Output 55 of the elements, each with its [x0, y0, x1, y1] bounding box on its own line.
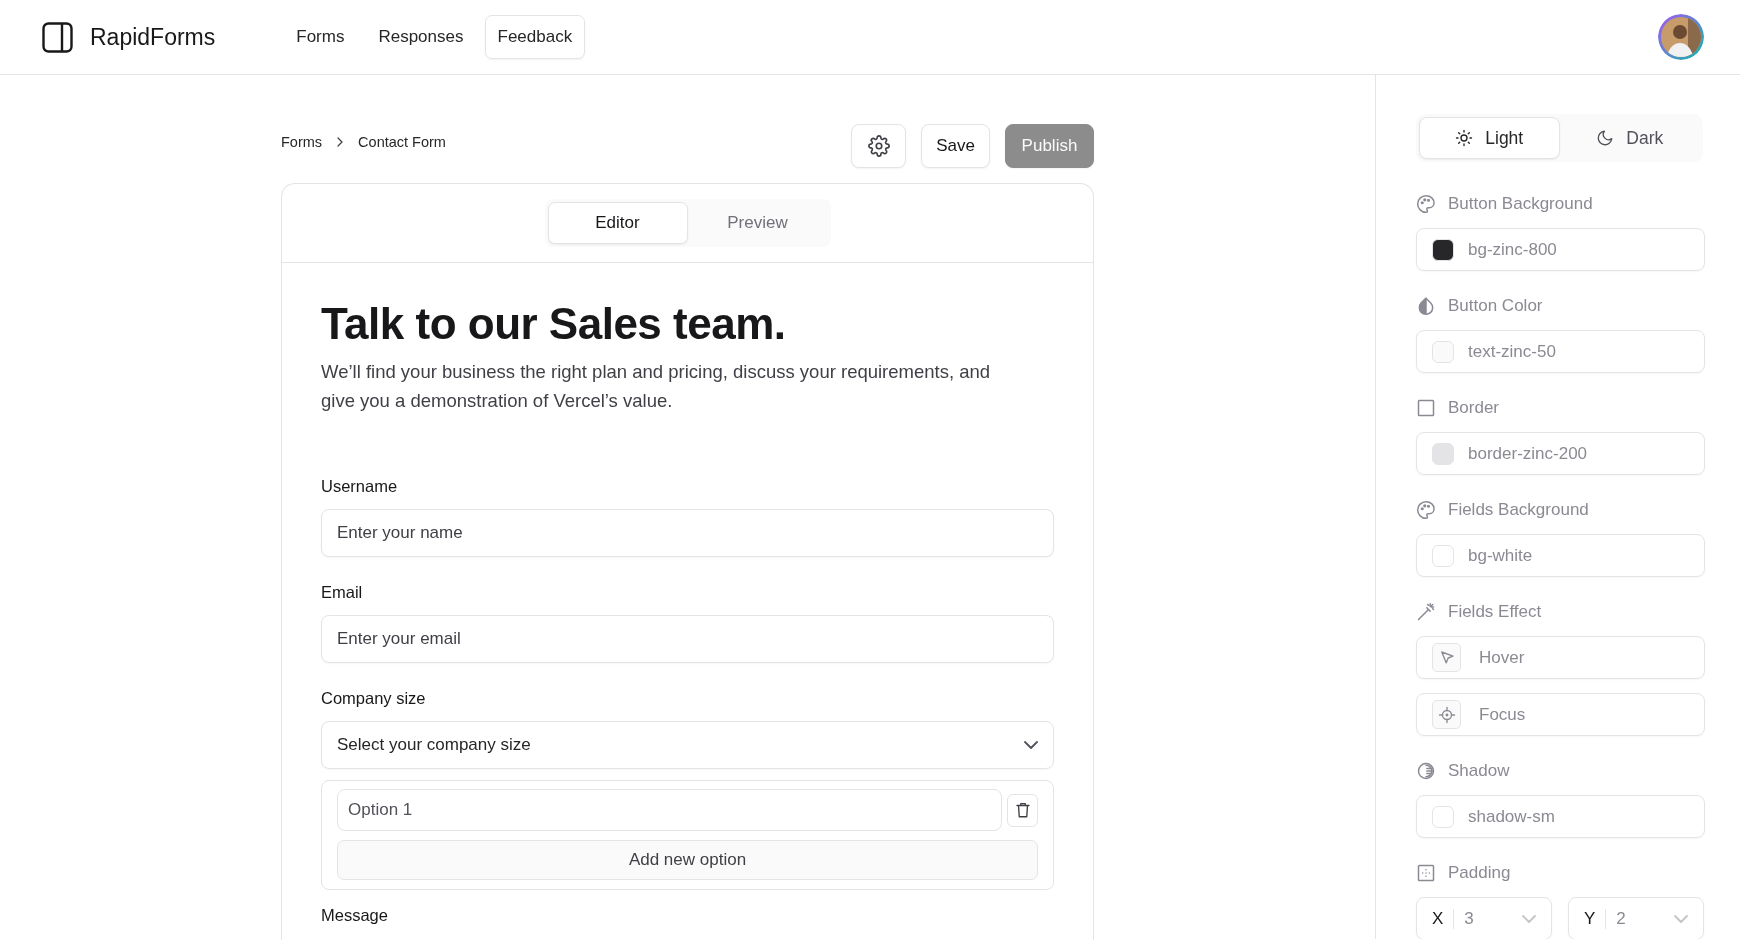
field-label: Company size — [321, 689, 427, 708]
class-field[interactable]: border-zinc-200 — [1416, 432, 1705, 475]
breadcrumb-current: Contact Form — [358, 134, 446, 150]
select-dropdown[interactable]: Select your company size — [321, 721, 1054, 769]
form-title: Talk to our Sales team. — [321, 299, 787, 349]
section-label: Fields Effect — [1448, 602, 1542, 622]
tab[interactable]: Preview — [687, 202, 828, 244]
effect-option[interactable]: Hover — [1416, 636, 1705, 679]
brand-name: RapidForms — [90, 23, 216, 51]
trash-icon — [1013, 801, 1032, 819]
crosshair-icon — [1437, 705, 1456, 724]
class-field[interactable]: text-zinc-50 — [1416, 330, 1705, 373]
section-label: Border — [1448, 398, 1500, 418]
delete-button[interactable] — [1007, 793, 1038, 827]
magic-wand-icon — [1416, 602, 1436, 622]
theme-tab[interactable]: Dark — [1559, 117, 1700, 159]
chevron-down-icon — [1674, 914, 1688, 923]
square-icon — [1416, 398, 1436, 418]
field-label: Username — [321, 477, 399, 496]
moon-icon — [1596, 129, 1615, 147]
user-avatar[interactable] — [1658, 14, 1704, 60]
field-label: Email — [321, 583, 364, 602]
option-input[interactable]: Option 1 — [337, 789, 1002, 831]
droplet-icon — [1416, 296, 1436, 316]
sun-icon — [1455, 129, 1474, 147]
shadow-icon — [1416, 761, 1436, 781]
input-field[interactable]: Enter your email — [321, 615, 1054, 663]
chevron-down-icon — [1522, 914, 1536, 923]
section-label: Shadow — [1448, 761, 1510, 781]
nav-link[interactable]: Forms — [283, 15, 358, 59]
add-option-button[interactable]: Add new option — [337, 840, 1038, 880]
form-description: We’ll find your business the right plan and pricing, discuss your requirements, and give you a demonstration of Vercel’s value. — [321, 360, 992, 413]
chevron-down-icon — [1024, 741, 1038, 749]
palette-icon — [1416, 194, 1436, 214]
logo-icon — [42, 21, 73, 53]
settings-button[interactable] — [851, 124, 907, 168]
padding-icon — [1416, 863, 1436, 883]
theme-tab[interactable]: Light — [1419, 117, 1560, 159]
section-label: Button Background — [1448, 194, 1593, 214]
input-field[interactable]: Enter your name — [321, 509, 1054, 557]
field-label: Message — [321, 906, 389, 925]
settings-icon — [867, 135, 890, 157]
nav-link[interactable]: Responses — [365, 15, 477, 59]
class-field[interactable]: bg-white — [1416, 534, 1705, 577]
nav-link[interactable]: Feedback — [484, 15, 586, 59]
tab[interactable]: Editor — [547, 202, 688, 244]
save-button[interactable]: Save — [921, 124, 990, 168]
effect-option[interactable]: Focus — [1416, 693, 1705, 736]
section-label: Button Color — [1448, 296, 1543, 316]
class-field[interactable]: shadow-sm — [1416, 795, 1705, 838]
section-label: Fields Background — [1448, 500, 1589, 520]
section-label: Padding — [1448, 863, 1511, 883]
class-field[interactable]: bg-zinc-800 — [1416, 228, 1705, 271]
breadcrumb-link[interactable]: Forms — [281, 134, 323, 150]
palette-icon — [1416, 500, 1436, 520]
